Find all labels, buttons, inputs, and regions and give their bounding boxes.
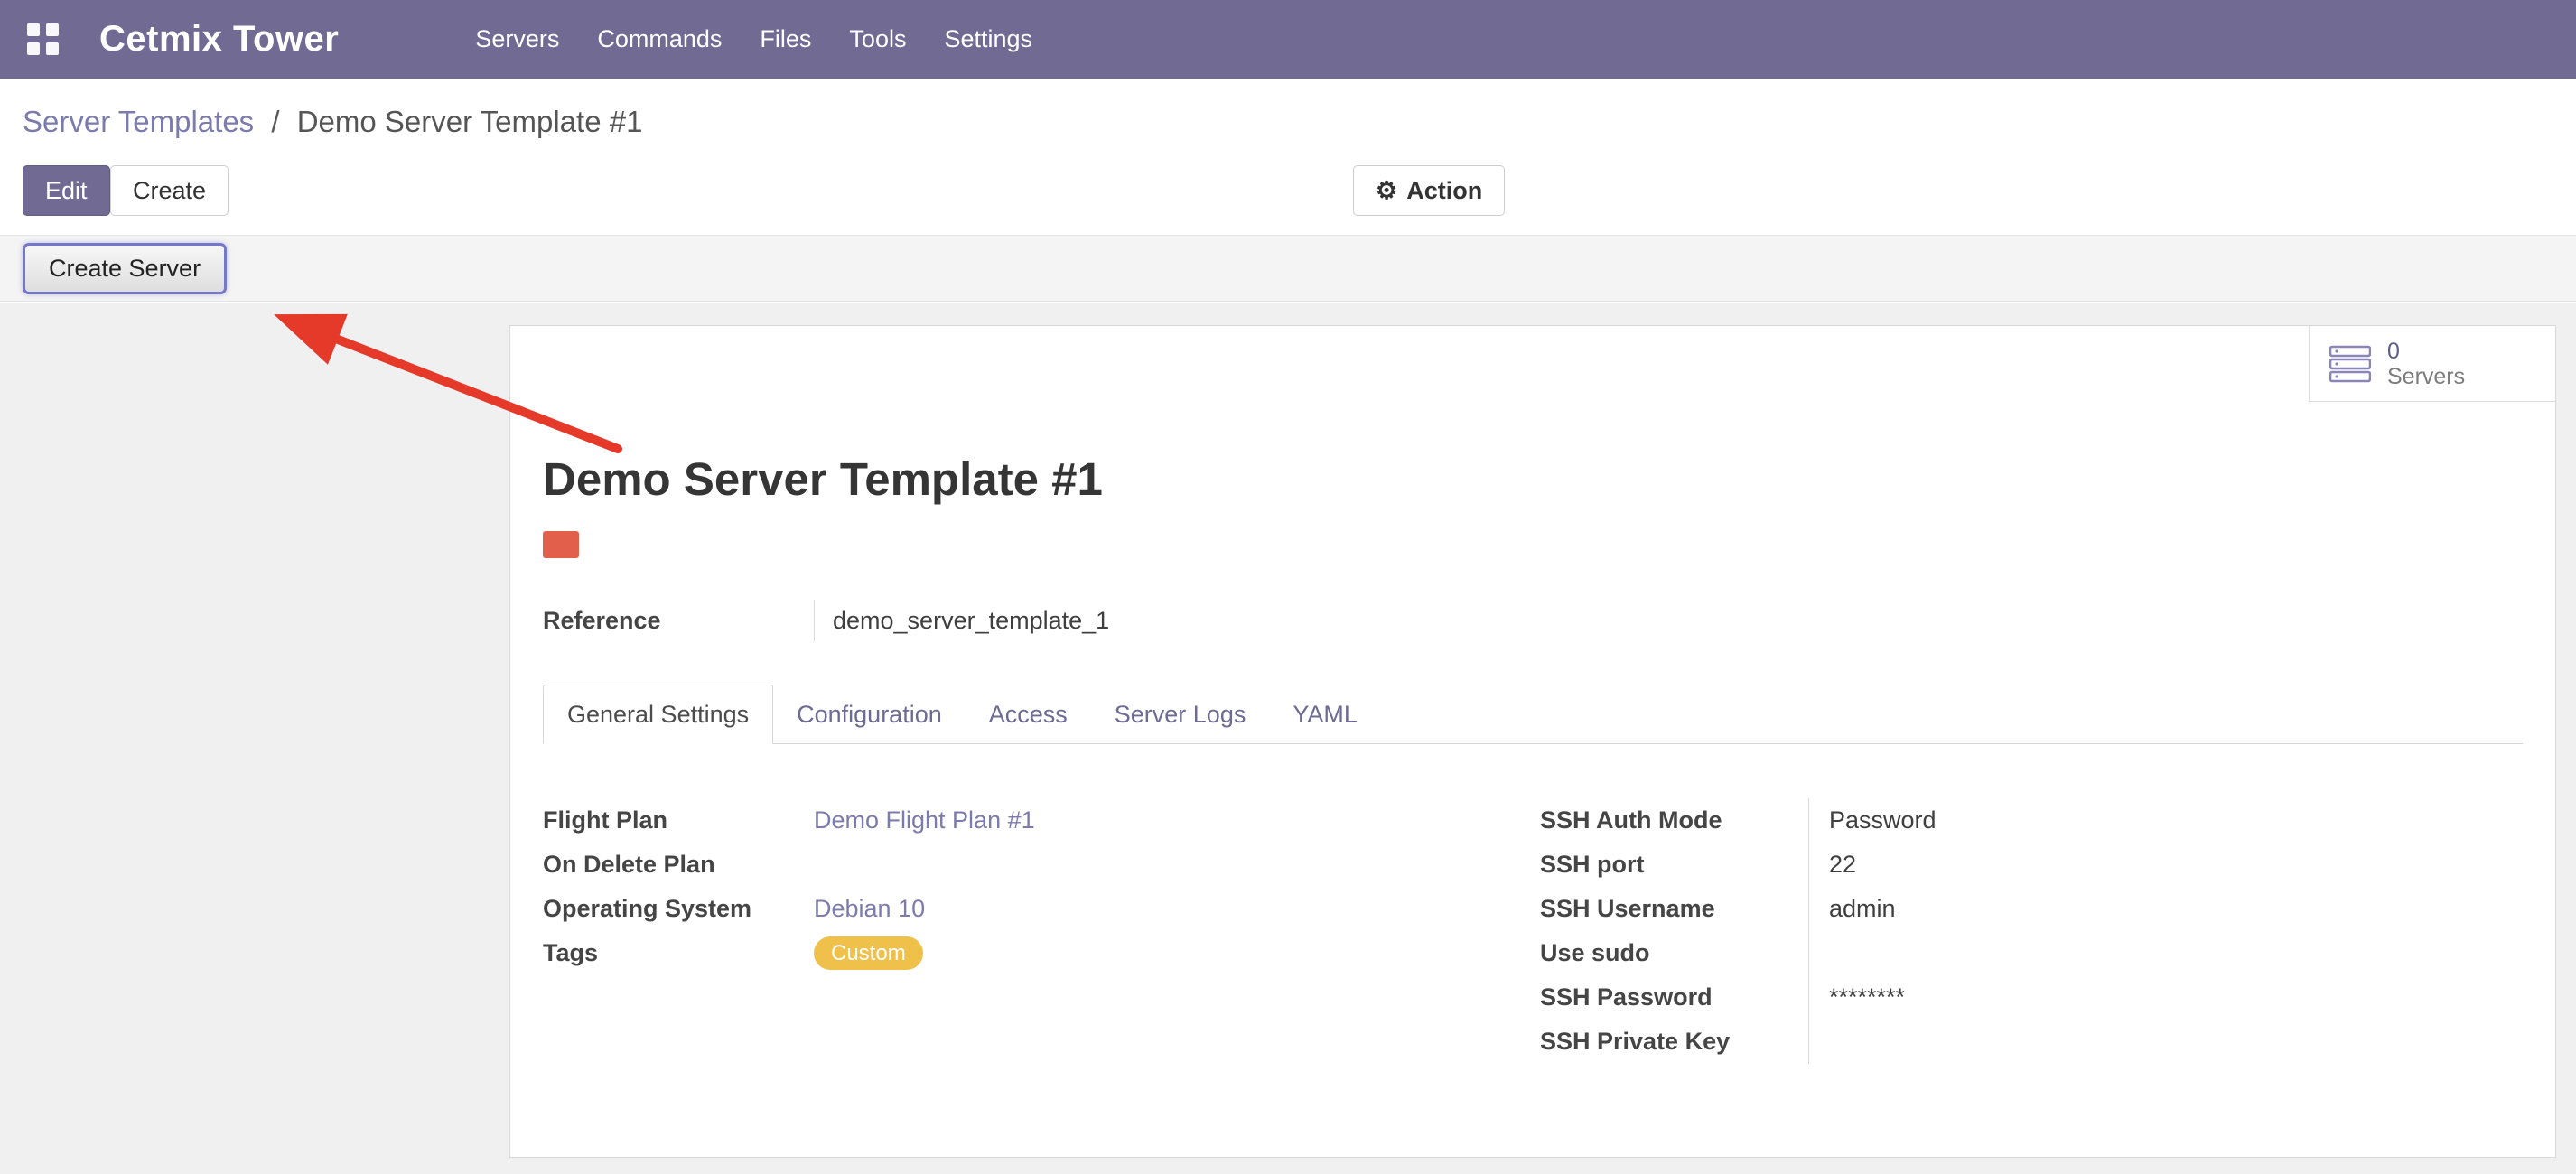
field-label: Operating System — [543, 895, 814, 923]
field-on-delete-plan: On Delete Plan — [543, 843, 1540, 887]
fields-area: Flight Plan Demo Flight Plan #1 On Delet… — [543, 798, 2523, 1064]
field-label: SSH Username — [1540, 887, 1808, 931]
ssh-port-value: 22 — [1829, 843, 2100, 887]
field-divider — [814, 600, 815, 641]
ssh-username-value: admin — [1829, 887, 2100, 931]
menu-settings[interactable]: Settings — [925, 0, 1051, 79]
field-label: SSH Private Key — [1540, 1020, 1808, 1064]
edit-button[interactable]: Edit — [23, 165, 110, 216]
app-window: Cetmix Tower Servers Commands Files Tool… — [0, 0, 2576, 1174]
menu-commands[interactable]: Commands — [578, 0, 741, 79]
field-flight-plan: Flight Plan Demo Flight Plan #1 — [543, 798, 1540, 843]
tab-access[interactable]: Access — [966, 685, 1091, 743]
operating-system-link[interactable]: Debian 10 — [814, 895, 925, 923]
app-brand[interactable]: Cetmix Tower — [99, 19, 339, 60]
object-buttons-band: Create Server — [0, 235, 2576, 302]
breadcrumb-current: Demo Server Template #1 — [297, 105, 643, 138]
servers-icon — [2329, 345, 2371, 383]
reference-value: demo_server_template_1 — [833, 607, 1109, 635]
stat-text: 0 Servers — [2387, 339, 2465, 389]
servers-stat-button[interactable]: 0 Servers — [2309, 326, 2555, 402]
field-label: Use sudo — [1540, 931, 1808, 975]
form-sheet: 0 Servers Demo Server Template #1 Refere… — [509, 325, 2556, 1158]
apps-menu-icon[interactable] — [27, 23, 60, 56]
tab-configuration[interactable]: Configuration — [773, 685, 966, 743]
stat-value: 0 — [2387, 339, 2465, 364]
fields-column-right: SSH Auth Mode SSH port SSH Username Use … — [1540, 798, 2100, 1064]
field-label: On Delete Plan — [543, 851, 814, 879]
menu-files[interactable]: Files — [741, 0, 830, 79]
use-sudo-value — [1829, 931, 2100, 975]
top-navbar: Cetmix Tower Servers Commands Files Tool… — [0, 0, 2576, 79]
field-tags: Tags Custom — [543, 931, 1540, 975]
ssh-labels: SSH Auth Mode SSH port SSH Username Use … — [1540, 798, 1808, 1064]
action-button-label: Action — [1406, 177, 1482, 205]
field-label: SSH Auth Mode — [1540, 798, 1808, 843]
record-title: Demo Server Template #1 — [543, 452, 2523, 506]
reference-field-row: Reference demo_server_template_1 — [543, 600, 2523, 641]
field-label: SSH Password — [1540, 975, 1808, 1020]
notebook-tabs: General Settings Configuration Access Se… — [543, 683, 2523, 744]
tab-server-logs[interactable]: Server Logs — [1091, 685, 1270, 743]
tab-general-settings[interactable]: General Settings — [543, 685, 773, 744]
gear-icon: ⚙ — [1376, 179, 1397, 203]
stat-label: Servers — [2387, 364, 2465, 389]
field-label: Flight Plan — [543, 806, 814, 834]
menu-tools[interactable]: Tools — [830, 0, 925, 79]
menu-servers[interactable]: Servers — [456, 0, 578, 79]
breadcrumb: Server Templates / Demo Server Template … — [23, 105, 642, 139]
create-button[interactable]: Create — [110, 165, 229, 216]
field-label: Tags — [543, 939, 814, 967]
tag-custom: Custom — [814, 936, 923, 970]
ssh-password-value: ******** — [1829, 975, 2100, 1020]
tab-yaml[interactable]: YAML — [1269, 685, 1381, 743]
action-button[interactable]: ⚙ Action — [1353, 165, 1505, 216]
field-label: SSH port — [1540, 843, 1808, 887]
breadcrumb-parent-link[interactable]: Server Templates — [23, 105, 254, 138]
main-menu: Servers Commands Files Tools Settings — [456, 0, 1051, 79]
ssh-private-key-value — [1829, 1020, 2100, 1064]
breadcrumb-separator: / — [271, 105, 279, 138]
create-server-button[interactable]: Create Server — [23, 243, 227, 294]
fields-column-left: Flight Plan Demo Flight Plan #1 On Delet… — [543, 798, 1540, 1064]
ssh-values: Password 22 admin ******** — [1808, 798, 2100, 1064]
color-swatch — [543, 531, 579, 558]
form-view-background: 0 Servers Demo Server Template #1 Refere… — [0, 303, 2576, 1174]
reference-label: Reference — [543, 607, 814, 635]
field-operating-system: Operating System Debian 10 — [543, 887, 1540, 931]
flight-plan-link[interactable]: Demo Flight Plan #1 — [814, 806, 1035, 834]
ssh-auth-mode-value: Password — [1829, 798, 2100, 843]
